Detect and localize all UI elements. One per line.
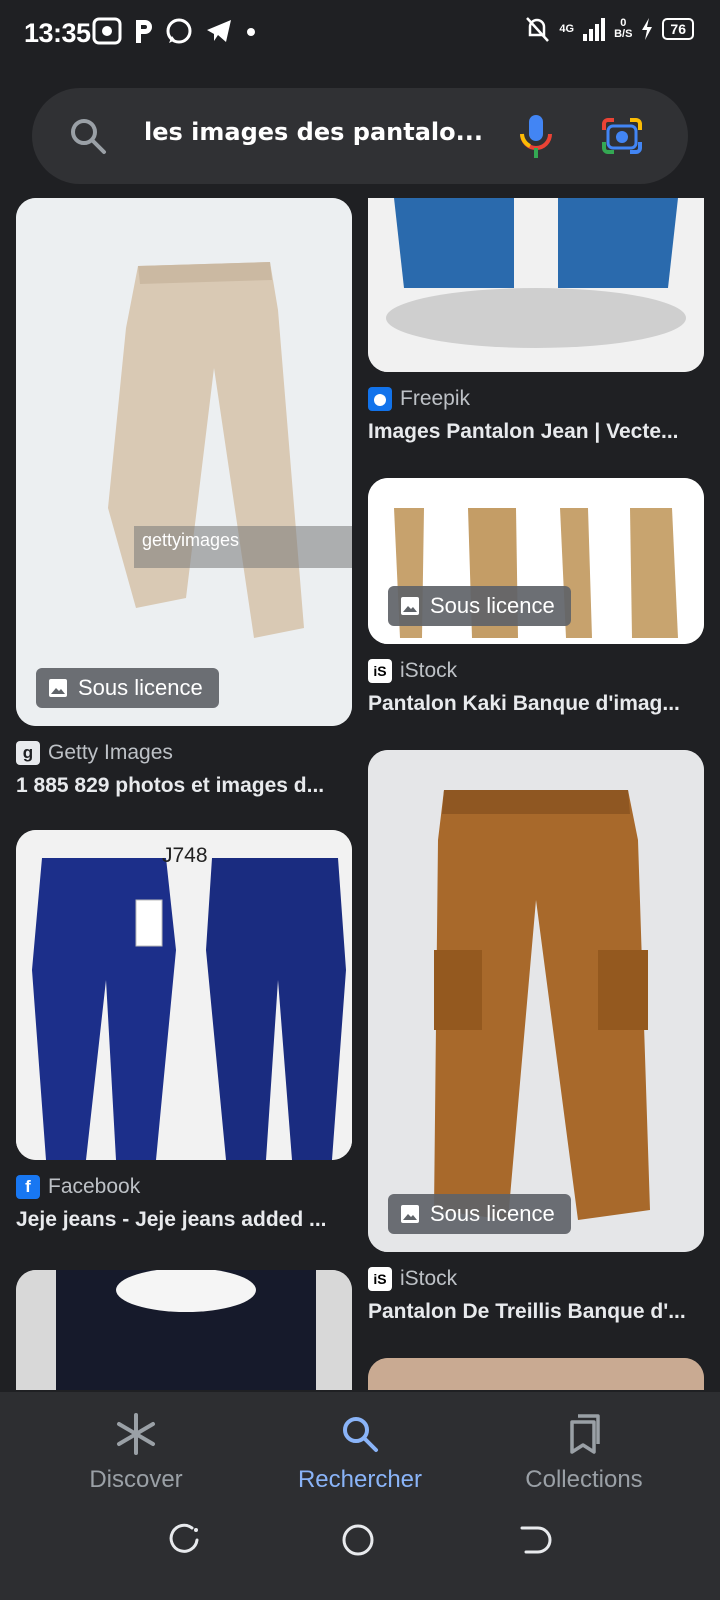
result-card[interactable]: Freepik Images Pantalon Jean | Vecte... [368,198,704,444]
watermark: gettyimages [134,526,352,568]
jean-vector-image [368,198,704,372]
product-code-label: J748 [162,844,208,867]
mute-bell-icon [526,17,550,42]
result-card[interactable]: J748 f Facebook Jeje jeans - Jeje jeans … [16,830,352,1232]
nav-search-label: Rechercher [297,1466,423,1493]
license-badge: Sous licence [388,586,571,626]
image-results-grid: gettyimages Sous licence g Getty Images … [0,198,720,1390]
result-title[interactable]: Pantalon Kaki Banque d'imag... [368,692,698,716]
result-title[interactable]: Pantalon De Treillis Banque d'... [368,1300,698,1324]
p-app-icon [136,20,152,43]
result-source: g Getty Images [16,740,352,766]
gallery-notification-icon [92,17,122,45]
result-source: f Facebook [16,1174,352,1200]
result-image[interactable]: gettyimages Sous licence [16,198,352,726]
beige-trousers-image [16,198,352,726]
result-image[interactable] [16,1270,352,1390]
collections-bookmark-icon [570,1414,600,1454]
result-source: iS iStock [368,658,704,684]
image-icon [401,597,419,615]
result-image[interactable] [368,198,704,372]
result-title[interactable]: Jeje jeans - Jeje jeans added ... [16,1208,346,1232]
nav-discover-label: Discover [89,1466,183,1493]
search-bar[interactable]: les images des pantalo... [32,88,688,184]
result-card[interactable]: Sous licence iS iStock Pantalon Kaki Ban… [368,478,704,716]
data-speed: 0 B/S [614,17,633,40]
home-icon[interactable] [340,1522,376,1558]
cargo-trousers-image [368,750,704,1252]
istock-favicon-icon: iS [368,1267,392,1291]
nav-collections[interactable]: Collections [484,1410,684,1494]
nav-search[interactable]: Rechercher [260,1410,460,1494]
telegram-icon [207,20,231,42]
facebook-favicon-icon: f [16,1175,40,1199]
result-card[interactable] [368,1358,704,1390]
system-navigation-bar [0,1522,720,1582]
network-type: 4G [559,22,575,35]
notification-icons [92,16,258,46]
result-image[interactable]: Sous licence [368,750,704,1252]
result-image[interactable]: J748 [16,830,352,1160]
nav-collections-label: Collections [525,1466,643,1493]
license-badge: Sous licence [388,1194,571,1234]
result-image[interactable] [368,1358,704,1390]
search-input[interactable]: les images des pantalo... [144,118,504,154]
battery-level: 76 [662,18,694,40]
google-lens-icon[interactable] [600,114,644,158]
result-image[interactable]: Sous licence [368,478,704,644]
getty-favicon-icon: g [16,741,40,765]
charging-icon [642,18,653,40]
result-card[interactable]: gettyimages Sous licence g Getty Images … [16,198,352,798]
blue-jeans-image [16,830,352,1160]
microphone-icon[interactable] [510,110,562,162]
recents-icon[interactable] [166,1522,202,1558]
image-icon [401,1205,419,1223]
signal-icon [583,18,606,41]
discover-asterisk-icon [117,1413,155,1455]
result-card[interactable] [16,1270,352,1390]
bottom-navigation: Discover Rechercher Collections [0,1392,720,1600]
clock: 13:35 [24,18,91,48]
result-title[interactable]: 1 885 829 photos et images d... [16,774,346,798]
dark-jeans-image [16,1270,352,1390]
system-status-icons: 4G 0 B/S 76 [523,14,694,44]
result-card[interactable]: Sous licence iS iStock Pantalon De Treil… [368,750,704,1324]
result-source: iS iStock [368,1266,704,1292]
istock-favicon-icon: iS [368,659,392,683]
more-notifications-dot-icon [247,28,255,36]
nav-discover[interactable]: Discover [36,1410,236,1494]
freepik-favicon-icon [368,387,392,411]
search-icon [343,1417,378,1452]
back-icon[interactable] [518,1522,554,1558]
result-source: Freepik [368,386,704,412]
whatsapp-icon [166,18,192,44]
search-icon[interactable] [68,116,108,156]
status-bar: 13:35 4G 0 B/S 76 [0,0,720,72]
result-title[interactable]: Images Pantalon Jean | Vecte... [368,420,698,444]
license-badge: Sous licence [36,668,219,708]
image-icon [49,679,67,697]
partial-result-image [368,1358,704,1390]
